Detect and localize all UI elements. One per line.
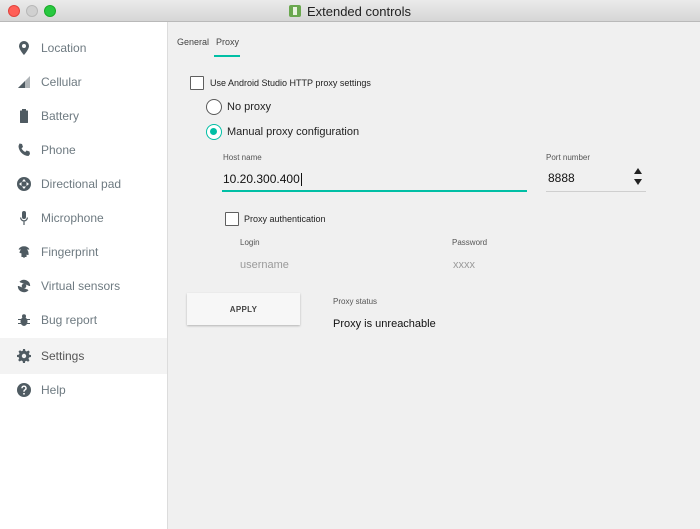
no-proxy-label: No proxy — [227, 101, 272, 113]
active-tab-indicator — [214, 55, 240, 57]
tab-proxy[interactable]: Proxy — [216, 37, 239, 47]
fingerprint-icon — [16, 244, 32, 260]
sidebar-item-fingerprint[interactable]: Fingerprint — [0, 234, 167, 270]
host-name-underline — [222, 190, 527, 192]
sidebar-item-label: Microphone — [41, 211, 104, 225]
host-name-value: 10.20.300.400 — [223, 172, 300, 186]
sidebar-item-label: Bug report — [41, 313, 98, 327]
sidebar-item-label: Battery — [41, 109, 80, 123]
sidebar-item-label: Help — [41, 383, 66, 397]
sidebar-item-label: Phone — [41, 143, 76, 157]
sidebar-item-label: Fingerprint — [41, 245, 99, 259]
login-input[interactable]: username — [240, 259, 289, 271]
sidebar-item-label: Cellular — [41, 75, 82, 89]
sidebar-item-location[interactable]: Location — [0, 30, 167, 66]
battery-icon — [16, 108, 32, 124]
proxy-status-value: Proxy is unreachable — [333, 318, 436, 330]
password-input[interactable]: xxxx — [453, 259, 475, 271]
port-number-input[interactable]: 8888 — [548, 171, 575, 185]
sidebar-item-virtual-sensors[interactable]: Virtual sensors — [0, 268, 167, 304]
port-decrement-icon[interactable] — [634, 179, 642, 185]
app-icon — [288, 5, 301, 17]
port-number-label: Port number — [546, 153, 591, 162]
use-studio-proxy-checkbox[interactable] — [190, 76, 204, 90]
sidebar: Location Cellular Battery Phone Directio… — [0, 22, 168, 529]
help-icon — [16, 382, 32, 398]
sidebar-item-phone[interactable]: Phone — [0, 132, 167, 168]
sidebar-item-cellular[interactable]: Cellular — [0, 64, 167, 100]
proxy-status-label: Proxy status — [333, 297, 378, 306]
sidebar-item-help[interactable]: Help — [0, 372, 167, 408]
title-bar: Extended controls — [0, 0, 700, 22]
sidebar-item-label: Directional pad — [41, 177, 122, 191]
login-label: Login — [240, 238, 260, 247]
phone-icon — [16, 142, 32, 158]
sidebar-item-settings[interactable]: Settings — [0, 338, 167, 374]
sidebar-item-battery[interactable]: Battery — [0, 98, 167, 134]
port-increment-icon[interactable] — [634, 168, 642, 174]
tab-general[interactable]: General — [177, 37, 209, 47]
dpad-icon — [16, 176, 32, 192]
use-studio-proxy-label: Use Android Studio HTTP proxy settings — [210, 78, 371, 88]
sidebar-item-microphone[interactable]: Microphone — [0, 200, 167, 236]
host-name-input[interactable]: 10.20.300.400 — [223, 172, 302, 187]
sidebar-item-label: Location — [41, 41, 87, 55]
sidebar-item-directional-pad[interactable]: Directional pad — [0, 166, 167, 202]
cellular-signal-icon — [16, 74, 32, 90]
sidebar-item-label: Settings — [41, 349, 85, 363]
rotation-icon — [16, 278, 32, 294]
proxy-auth-label: Proxy authentication — [244, 214, 326, 224]
password-label: Password — [452, 238, 488, 247]
title-wrap: Extended controls — [0, 0, 700, 22]
settings-panel: General Proxy Use Android Studio HTTP pr… — [168, 22, 700, 529]
no-proxy-radio[interactable] — [206, 99, 222, 115]
location-pin-icon — [16, 40, 32, 56]
port-number-underline — [546, 191, 646, 192]
port-stepper[interactable] — [634, 168, 644, 185]
manual-proxy-label: Manual proxy configuration — [227, 126, 360, 138]
proxy-auth-checkbox[interactable] — [225, 212, 239, 226]
sidebar-item-label: Virtual sensors — [41, 279, 121, 293]
text-caret — [300, 173, 302, 187]
microphone-icon — [16, 210, 32, 226]
bug-icon — [16, 312, 32, 328]
sidebar-item-bug-report[interactable]: Bug report — [0, 302, 167, 338]
host-name-label: Host name — [223, 153, 262, 162]
extended-controls-window: Extended controls Location Cellular Batt… — [0, 0, 700, 529]
window-title: Extended controls — [306, 3, 412, 19]
manual-proxy-radio[interactable] — [206, 124, 222, 140]
gear-icon — [16, 348, 32, 364]
apply-button[interactable]: APPLY — [187, 293, 300, 325]
